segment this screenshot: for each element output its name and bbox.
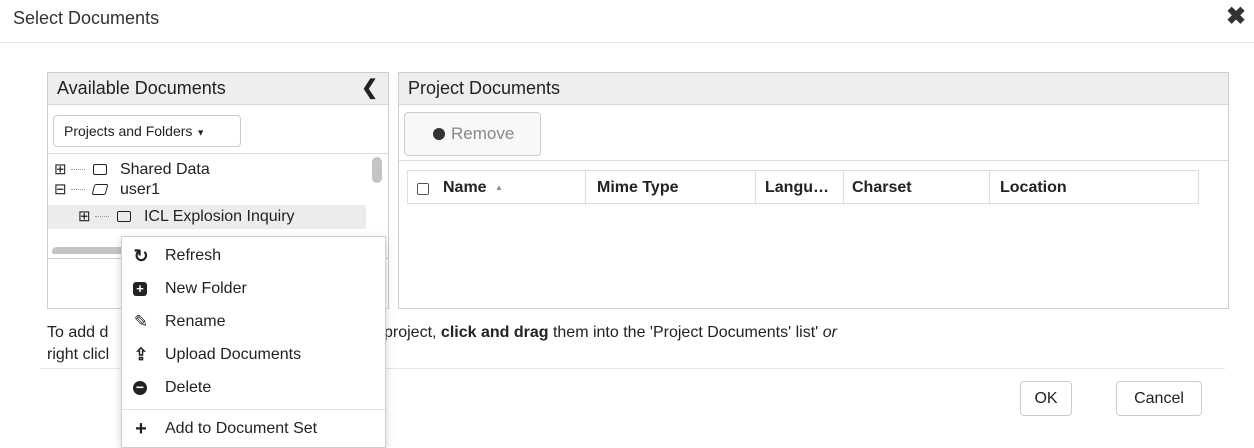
menu-item-upload-documents[interactable]: ⇪ Upload Documents [122,339,384,371]
expand-icon[interactable]: ⊞ [78,208,91,225]
refresh-icon: ↻ [133,246,149,266]
menu-item-new-folder[interactable]: + New Folder [122,273,384,305]
header-divider [0,42,1254,43]
tree-node-shared-data[interactable]: ⊞ Shared Data [54,159,210,181]
minus-circle-icon: − [133,380,147,395]
tree-connector [71,169,86,171]
tree-connector [71,189,86,191]
remove-button[interactable]: Remove [404,112,541,156]
column-header-name[interactable]: Name ▲ [443,171,503,205]
remove-button-label: Remove [451,124,515,143]
close-icon[interactable]: ✖ [1226,5,1246,29]
tree-vertical-scrollbar[interactable] [372,157,382,183]
instructions-line-1: To add d [47,324,109,341]
column-header-charset[interactable]: Charset [852,171,912,205]
documents-table-header: Name ▲ Mime Type Langu… Charset Location [407,170,1199,205]
menu-separator [122,409,385,410]
caret-down-icon: ▼ [196,127,206,138]
plus-icon: + [135,418,147,440]
tree-node-user1[interactable]: ⊟ user1 [54,179,160,201]
expand-icon[interactable]: ⊞ [54,161,67,178]
project-documents-panel: Project Documents Remove Name ▲ Mime Typ… [398,72,1229,309]
column-separator [585,171,586,205]
folder-icon [117,211,132,223]
toolbar-divider [399,160,1228,161]
column-separator [989,171,990,205]
available-documents-title: Available Documents [57,78,226,98]
column-separator [843,171,844,205]
collapse-icon[interactable]: ⊟ [54,181,67,198]
column-header-language[interactable]: Langu… [765,171,829,205]
column-header-mime-type[interactable]: Mime Type [597,171,679,205]
menu-item-rename[interactable]: ✎ Rename [122,306,384,338]
instructions-line-2: right clicl [47,346,110,363]
project-documents-header: Project Documents [399,73,1228,105]
projects-folders-label: Projects and Folders [64,123,193,139]
collapse-panel-icon[interactable]: ❮ [361,73,378,104]
dialog-title: Select Documents [13,8,160,28]
cancel-button[interactable]: Cancel [1116,381,1202,416]
sort-ascending-icon: ▲ [495,183,503,192]
upload-icon: ⇪ [133,345,149,364]
tree-node-label: user1 [119,181,160,198]
instructions-italic: or [822,324,837,341]
menu-item-delete[interactable]: − Delete [122,372,384,404]
select-all-checkbox[interactable] [417,183,429,195]
edit-icon: ✎ [133,312,149,331]
menu-item-refresh[interactable]: ↻ Refresh [122,240,384,272]
plus-square-icon: + [133,282,147,296]
column-separator [755,171,756,205]
folder-icon [93,164,108,176]
instructions-bold: click and drag [440,324,549,341]
minus-circle-icon [433,128,445,140]
menu-item-add-to-document-set[interactable]: + Add to Document Set [122,413,384,445]
tree-connector [95,216,110,218]
available-documents-header: Available Documents ❮ [48,73,388,105]
projects-folders-dropdown[interactable]: Projects and Folders ▼ [53,115,241,147]
context-menu: ↻ Refresh + New Folder ✎ Rename ⇪ Upload… [121,236,386,448]
instructions-line-1-rest: project, click and drag them into the 'P… [384,324,837,341]
ok-button[interactable]: OK [1020,381,1072,416]
tree-node-label: ICL Explosion Inquiry [143,208,295,225]
folder-open-icon [92,184,109,196]
column-header-location[interactable]: Location [1000,171,1067,205]
tree-node-label: Shared Data [119,161,210,178]
tree-node-icl-explosion-inquiry[interactable]: ⊞ ICL Explosion Inquiry [78,206,295,228]
